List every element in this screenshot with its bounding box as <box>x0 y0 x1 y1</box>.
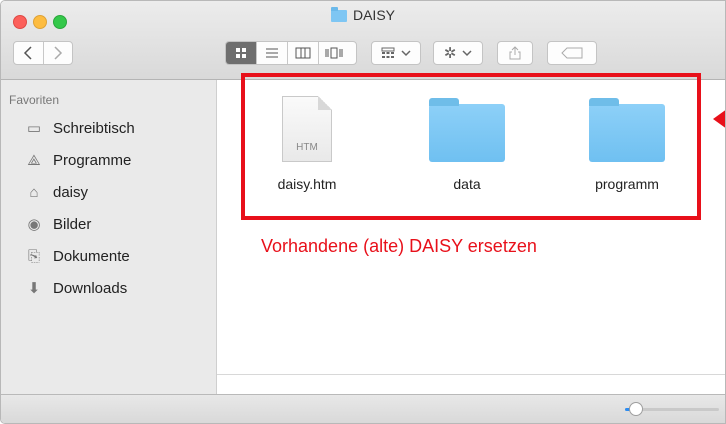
icon-view-button[interactable] <box>226 42 257 64</box>
window-title-text: DAISY <box>352 7 395 23</box>
back-button[interactable] <box>14 42 44 64</box>
sidebar-item-label: Downloads <box>53 279 128 297</box>
column-view-button[interactable] <box>288 42 319 64</box>
sidebar: Favoriten ▭ Schreibtisch ⟁ Programme ⌂ d… <box>1 80 217 397</box>
sidebar-item-label: Bilder <box>53 215 92 233</box>
file-item-daisy-htm[interactable]: HTM daisy.htm <box>247 96 367 192</box>
arrange-button[interactable] <box>371 41 421 65</box>
sidebar-item-label: daisy <box>53 183 89 201</box>
file-browser-content: HTM daisy.htm data programm Vorhandene (… <box>217 73 725 397</box>
download-icon: ⬇ <box>27 280 41 297</box>
folder-icon <box>429 98 505 162</box>
applications-icon: ⟁ <box>27 151 41 169</box>
camera-icon: ◉ <box>27 216 41 233</box>
chevron-down-icon <box>401 50 411 57</box>
sidebar-item-label: Dokumente <box>53 247 130 265</box>
navigation-buttons <box>13 41 73 65</box>
sidebar-item-dokumente[interactable]: ⎘ Dokumente <box>23 245 130 267</box>
window-title: DAISY <box>1 7 725 23</box>
share-button[interactable] <box>497 41 533 65</box>
chevron-down-icon <box>462 50 472 57</box>
sidebar-item-downloads[interactable]: ⬇ Downloads <box>23 277 128 299</box>
chevron-left-icon <box>24 46 32 60</box>
share-icon <box>509 46 521 60</box>
divider <box>217 374 725 375</box>
desktop-icon: ▭ <box>26 120 42 137</box>
document-icon: ⎘ <box>27 247 40 265</box>
coverflow-icon <box>325 47 343 59</box>
sidebar-item-bilder[interactable]: ◉ Bilder <box>23 213 91 235</box>
annotation-text: Vorhandene (alte) DAISY ersetzen <box>261 236 537 256</box>
list-icon <box>266 48 278 58</box>
folder-name: programm <box>595 176 659 192</box>
columns-icon <box>295 47 311 59</box>
tags-button[interactable] <box>547 41 597 65</box>
file-name: daisy.htm <box>277 176 337 192</box>
htm-file-icon: HTM <box>282 96 332 162</box>
sidebar-heading: Favoriten <box>9 93 60 107</box>
file-extension-label: HTM <box>296 142 318 153</box>
coverflow-view-button[interactable] <box>319 42 349 64</box>
folder-name: data <box>453 176 481 192</box>
sidebar-item-schreibtisch[interactable]: ▭ Schreibtisch <box>23 117 135 139</box>
sidebar-item-daisy[interactable]: ⌂ daisy <box>23 181 88 203</box>
arrow-pointer-icon <box>713 109 725 129</box>
folder-item-data[interactable]: data <box>407 96 527 192</box>
icon-size-slider[interactable] <box>625 402 719 416</box>
folder-icon <box>589 98 665 162</box>
sidebar-item-label: Schreibtisch <box>53 119 135 137</box>
toolbar: DAISY ✲ <box>1 1 725 80</box>
chevron-right-icon <box>54 46 62 60</box>
slider-knob[interactable] <box>629 402 644 416</box>
tag-icon <box>561 47 583 59</box>
folder-item-programm[interactable]: programm <box>567 96 687 192</box>
action-button[interactable]: ✲ <box>433 41 483 65</box>
grid-icon <box>236 48 246 58</box>
sidebar-item-programme[interactable]: ⟁ Programme <box>23 149 131 171</box>
gear-icon: ✲ <box>443 45 457 62</box>
arrange-icon <box>381 47 395 58</box>
finder-window: DAISY ✲ Favoriten ▭ Schreibtisch ⟁ Progr… <box>0 0 726 424</box>
home-icon: ⌂ <box>29 183 39 201</box>
folder-icon <box>330 7 347 22</box>
status-bar <box>1 394 725 423</box>
forward-button[interactable] <box>44 42 73 64</box>
sidebar-item-label: Programme <box>53 151 132 169</box>
list-view-button[interactable] <box>257 42 288 64</box>
view-mode-segment <box>225 41 357 65</box>
